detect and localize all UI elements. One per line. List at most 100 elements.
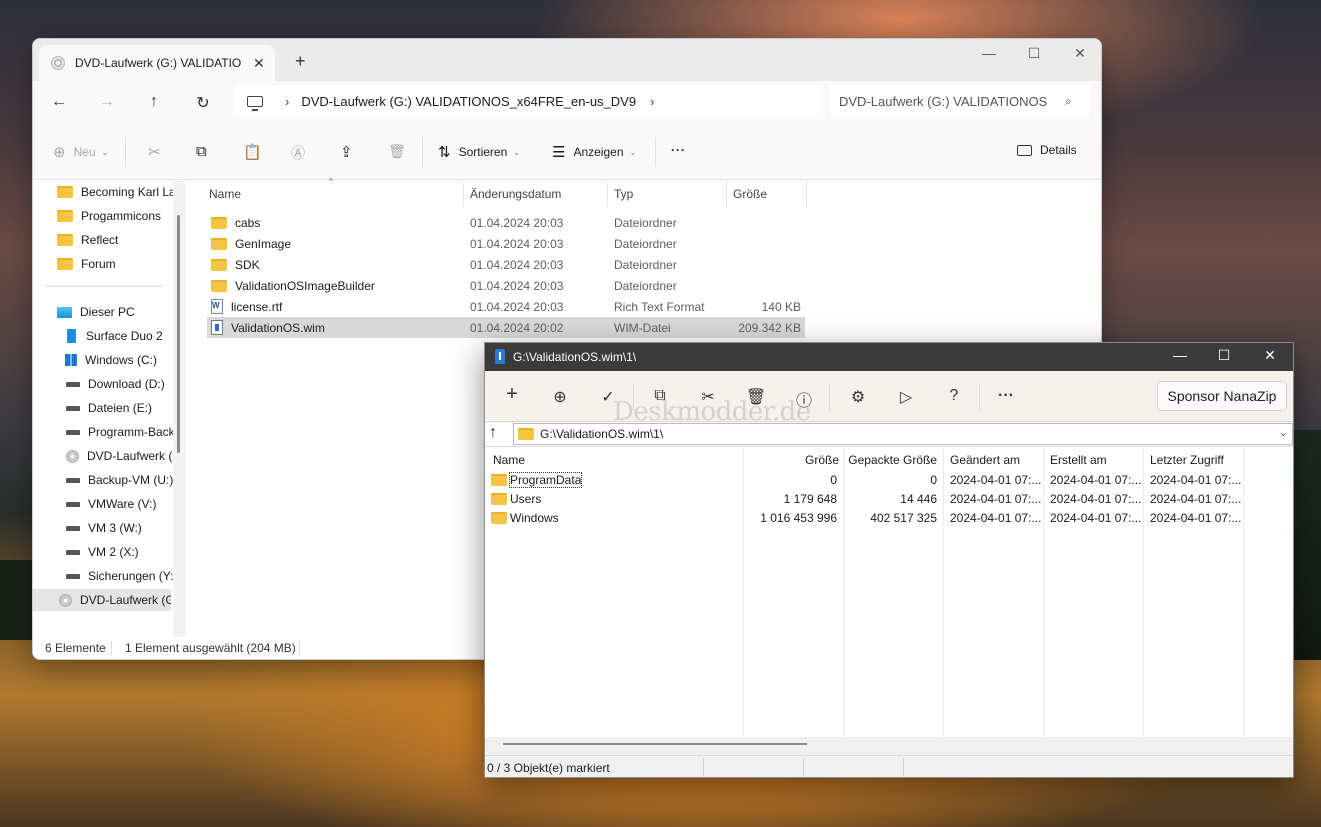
chevron-down-icon[interactable]: ⌄ — [1279, 426, 1288, 439]
forward-button[interactable]: → — [94, 93, 120, 111]
more-options-button[interactable]: ··· — [993, 387, 1019, 405]
file-row[interactable]: cabs 01.04.2024 20:03 Dateiordner — [207, 212, 805, 233]
sponsor-button[interactable]: Sponsor NanaZip — [1157, 381, 1287, 411]
horizontal-scrollbar-track[interactable] — [485, 737, 1293, 755]
nanazip-window: G:\ValidationOS.wim\1\ — ☐ ✕ + ⊕ ✓ ⧉ ✂ 🗑… — [484, 342, 1294, 778]
column-divider[interactable] — [607, 181, 608, 207]
settings-gear-icon[interactable]: ⚙ — [845, 387, 871, 407]
sort-button[interactable]: ⇅ Sortieren ⌄ — [438, 143, 520, 161]
sidebar-item-download-d[interactable]: Download (D:) — [66, 373, 189, 395]
sidebar-scrollbar-thumb[interactable] — [177, 215, 180, 453]
column-header-modified[interactable]: Änderungsdatum — [470, 187, 561, 209]
minimize-button[interactable]: — — [974, 45, 1004, 61]
details-pane-button[interactable]: Details — [1017, 143, 1077, 157]
archive-row[interactable]: ProgramData 0 0 2024-04-01 07:... 2024-0… — [485, 472, 1245, 492]
explorer-tab[interactable]: DVD-Laufwerk (G:) VALIDATIO ✕ — [39, 45, 275, 81]
close-button[interactable]: ✕ — [1065, 45, 1095, 62]
column-divider[interactable] — [806, 181, 807, 207]
help-icon[interactable]: ? — [941, 387, 967, 405]
column-divider[interactable] — [463, 181, 464, 207]
nanazip-titlebar: G:\ValidationOS.wim\1\ — ☐ ✕ — [485, 343, 1293, 371]
folder-icon — [57, 234, 73, 246]
back-button[interactable]: ← — [46, 93, 72, 111]
delete-button[interactable]: 🗑 — [388, 143, 406, 160]
sidebar-item-vm2[interactable]: VM 2 (X:) — [66, 541, 189, 563]
add-icon[interactable]: + — [499, 383, 525, 406]
column-header-name[interactable]: Name — [493, 453, 525, 467]
breadcrumb-chevron[interactable]: › — [285, 94, 289, 109]
sidebar-item-sicherungen[interactable]: Sicherungen (Y: — [66, 565, 189, 587]
item-count: 6 Elemente — [45, 641, 106, 655]
archive-row[interactable]: Users 1 179 648 14 446 2024-04-01 07:...… — [485, 492, 1245, 511]
file-row[interactable]: license.rtf 01.04.2024 20:03 Rich Text F… — [207, 296, 805, 317]
sidebar-item-vm3[interactable]: VM 3 (W:) — [66, 517, 189, 539]
maximize-button[interactable]: ☐ — [1209, 347, 1239, 364]
file-row-selected[interactable]: ValidationOS.wim 01.04.2024 20:02 WIM-Da… — [207, 317, 805, 338]
folder-icon — [211, 237, 227, 250]
horizontal-scrollbar-thumb[interactable] — [503, 743, 807, 745]
sidebar-item-this-pc[interactable]: Dieser PC — [57, 301, 189, 323]
sidebar-item-reflect[interactable]: Reflect — [57, 229, 189, 251]
address-field[interactable]: › DVD-Laufwerk (G:) VALIDATIONOS_x64FRE_… — [233, 85, 821, 117]
folder-icon — [491, 493, 507, 505]
new-button[interactable]: ⊕ Neu ⌄ — [53, 143, 108, 161]
toolbar-divider — [829, 383, 830, 411]
sidebar-item-dateien-e[interactable]: Dateien (E:) — [66, 397, 189, 419]
up-button[interactable]: ↑ — [141, 93, 167, 111]
column-header-type[interactable]: Typ — [614, 187, 633, 209]
view-button[interactable]: ☰ Anzeigen ⌄ — [552, 143, 636, 161]
maximize-button[interactable]: ☐ — [1019, 45, 1049, 62]
file-row[interactable]: GenImage 01.04.2024 20:03 Dateiordner — [207, 233, 805, 254]
file-row[interactable]: SDK 01.04.2024 20:03 Dateiordner — [207, 254, 805, 275]
sidebar-item-dvd-drive[interactable]: DVD-Laufwerk ( — [66, 445, 189, 467]
close-button[interactable]: ✕ — [1255, 347, 1285, 364]
sidebar-item-programm-backup[interactable]: Programm-Back — [66, 421, 189, 443]
cut-button[interactable]: ✂ — [148, 143, 161, 161]
file-row[interactable]: ValidationOSImageBuilder 01.04.2024 20:0… — [207, 275, 805, 296]
folder-icon — [211, 279, 227, 292]
column-header-packed-size[interactable]: Gepackte Größe — [845, 453, 937, 467]
more-options-button[interactable]: ··· — [671, 143, 686, 157]
sidebar-item-backup-vm[interactable]: Backup-VM (U:) — [66, 469, 189, 491]
refresh-button[interactable]: ↻ — [190, 93, 216, 113]
nanazip-app-icon — [495, 349, 505, 364]
column-divider[interactable] — [726, 181, 727, 207]
breadcrumb-end-chevron[interactable]: › — [650, 94, 654, 109]
new-tab-button[interactable]: + — [295, 51, 306, 72]
folder-icon — [211, 216, 227, 229]
breadcrumb-path[interactable]: DVD-Laufwerk (G:) VALIDATIONOS_x64FRE_en… — [301, 94, 636, 109]
clipboard-icon: 📋 — [243, 144, 262, 161]
minimize-button[interactable]: — — [1165, 347, 1195, 363]
sidebar-item-becoming[interactable]: Becoming Karl La — [57, 181, 189, 203]
up-arrow-icon[interactable]: ↑ — [489, 424, 497, 442]
archive-row[interactable]: Windows 1 016 453 996 402 517 325 2024-0… — [485, 511, 1245, 530]
toolbar-divider — [655, 137, 656, 167]
sidebar-item-vmware[interactable]: VMWare (V:) — [66, 493, 189, 515]
sidebar-item-surface-duo[interactable]: Surface Duo 2 — [67, 325, 189, 347]
paste-button[interactable]: 📋 — [243, 143, 262, 161]
search-input[interactable]: DVD-Laufwerk (G:) VALIDATIONOS ⌕ — [829, 85, 1091, 117]
benchmark-play-icon[interactable]: ▷ — [893, 387, 919, 407]
column-header-created[interactable]: Erstellt am — [1050, 453, 1107, 467]
sidebar-divider — [45, 286, 163, 287]
column-header-size[interactable]: Größe — [733, 187, 767, 209]
drive-icon — [66, 381, 80, 387]
dvd-icon — [59, 593, 72, 607]
copy-button[interactable]: ⧉ — [196, 143, 207, 160]
column-header-accessed[interactable]: Letzter Zugriff — [1150, 453, 1224, 467]
path-input[interactable]: G:\ValidationOS.wim\1\ ⌄ — [513, 423, 1293, 445]
column-header-modified[interactable]: Geändert am — [950, 453, 1020, 467]
folder-icon — [57, 186, 73, 198]
sidebar-item-dvd-selected[interactable]: DVD-Laufwerk (G — [33, 589, 171, 611]
rtf-file-icon — [211, 299, 223, 314]
sidebar-item-progammicons[interactable]: Progammicons — [57, 205, 189, 227]
extract-icon[interactable]: ⊕ — [547, 387, 573, 407]
sidebar-item-forum[interactable]: Forum — [57, 253, 189, 275]
share-button[interactable]: ⇪ — [340, 143, 353, 161]
column-header-name[interactable]: Name — [209, 187, 241, 209]
column-header-size[interactable]: Größe — [745, 453, 839, 467]
details-pane-icon — [1017, 144, 1032, 156]
tab-close-button[interactable]: ✕ — [253, 55, 265, 72]
sidebar-item-windows-c[interactable]: Windows (C:) — [65, 349, 189, 371]
rename-button[interactable]: Ⓐ — [291, 143, 305, 163]
